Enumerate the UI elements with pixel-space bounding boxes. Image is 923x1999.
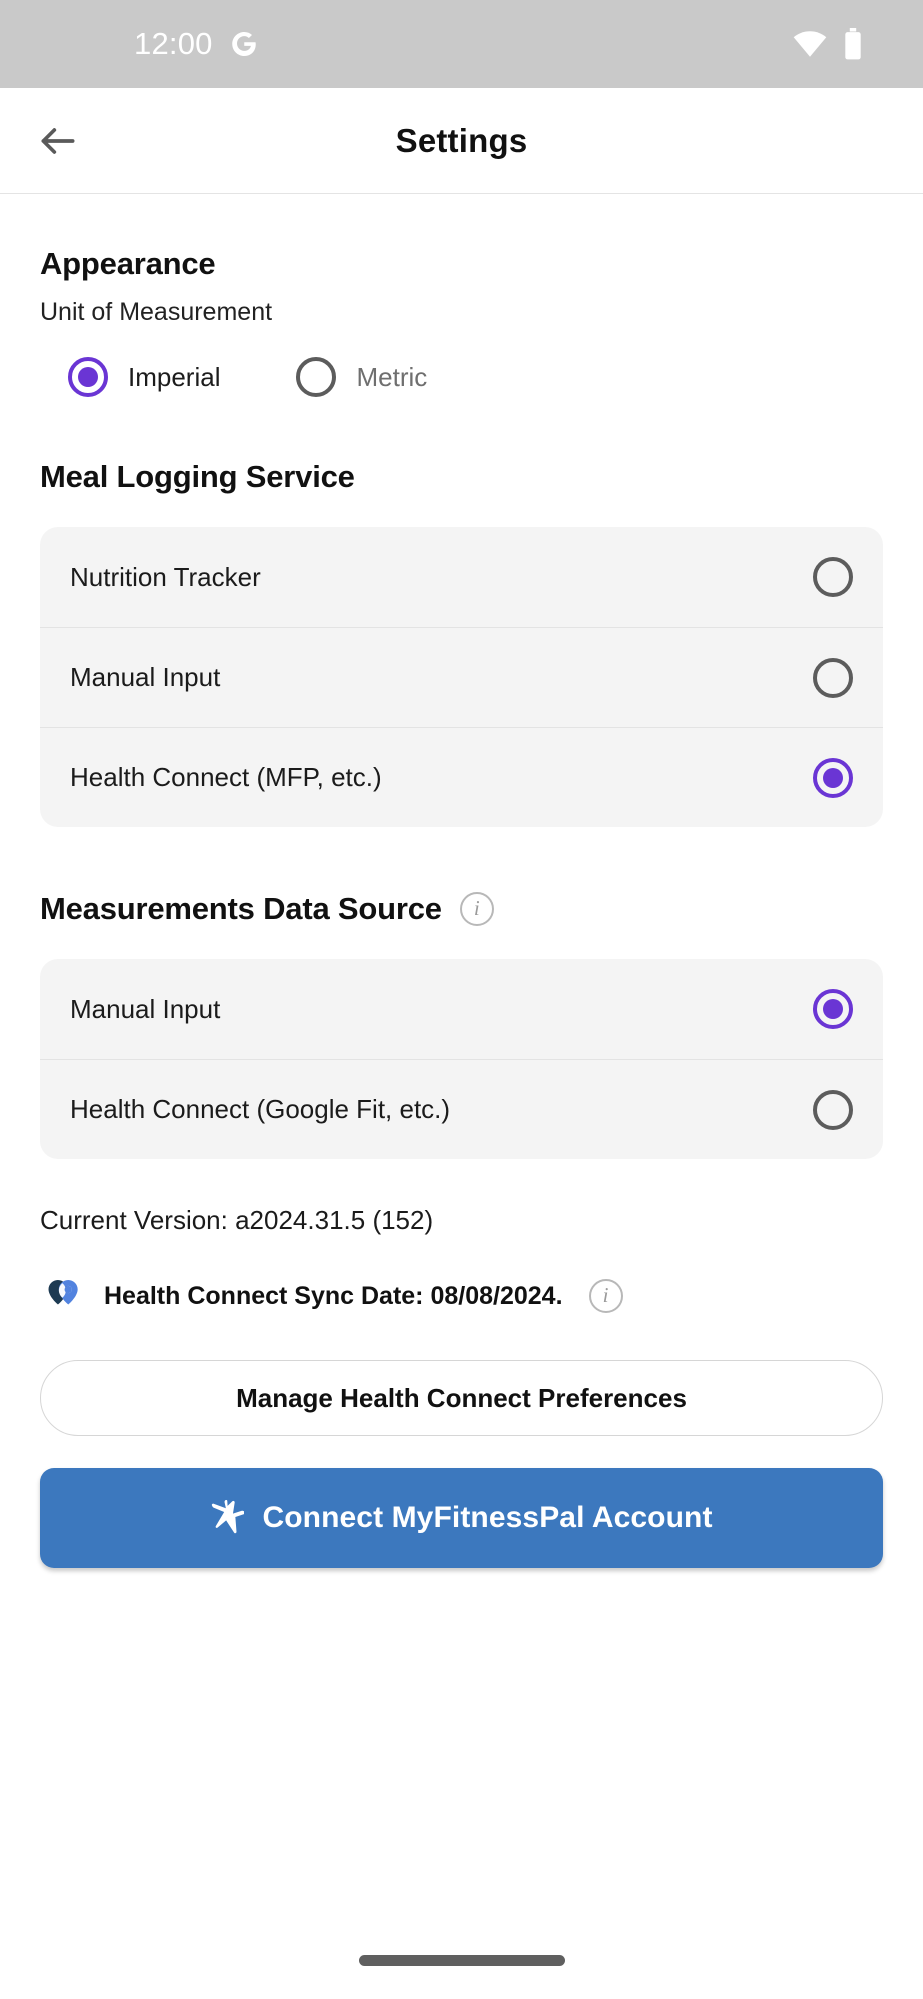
health-connect-sync-text: Health Connect Sync Date: 08/08/2024. [104, 1281, 563, 1310]
measurements-heading: Measurements Data Source [40, 891, 442, 926]
meal-logging-heading: Meal Logging Service [40, 459, 355, 494]
row-label: Health Connect (Google Fit, etc.) [70, 1094, 451, 1124]
measurements-heading-row: Measurements Data Source i [40, 891, 883, 927]
unit-of-measurement-radio-group: Imperial Metric [40, 357, 883, 397]
radio-imperial-label: Imperial [128, 361, 221, 392]
phone-screen: 12:00 Settings Appearance Unit of Measur… [0, 0, 923, 1999]
radio-measurements-manual-input[interactable] [813, 989, 853, 1029]
status-bar-right [793, 28, 883, 60]
health-connect-sync-row: Health Connect Sync Date: 08/08/2024. i [40, 1274, 883, 1318]
list-item-health-connect-mfp[interactable]: Health Connect (MFP, etc.) [40, 727, 883, 827]
battery-icon [845, 28, 861, 60]
back-button[interactable] [26, 109, 90, 173]
radio-metric-label: Metric [356, 361, 428, 392]
back-arrow-icon [41, 127, 75, 154]
current-version-text: Current Version: a2024.31.5 (152) [40, 1205, 434, 1235]
system-nav-bar [0, 1921, 923, 1999]
wifi-icon [793, 31, 827, 57]
radio-metric-indicator[interactable] [296, 357, 337, 397]
list-item-measurements-manual-input[interactable]: Manual Input [40, 959, 883, 1059]
unit-of-measurement-label: Unit of Measurement [40, 298, 273, 326]
status-bar: 12:00 [0, 0, 923, 88]
settings-content: Appearance Unit of Measurement Imperial … [0, 194, 923, 1921]
appearance-heading: Appearance [40, 246, 216, 281]
radio-health-connect-mfp[interactable] [813, 757, 853, 798]
row-label: Manual Input [70, 662, 221, 692]
sync-info-icon[interactable]: i [588, 1279, 623, 1313]
row-label: Health Connect (MFP, etc.) [70, 762, 382, 792]
manage-health-connect-preferences-button[interactable]: Manage Health Connect Preferences [40, 1360, 883, 1436]
status-bar-clock: 12:00 [134, 26, 213, 61]
list-item-nutrition-tracker[interactable]: Nutrition Tracker [40, 527, 883, 627]
radio-nutrition-tracker[interactable] [813, 557, 853, 597]
list-item-measurements-health-connect[interactable]: Health Connect (Google Fit, etc.) [40, 1059, 883, 1159]
myfitnesspal-icon [212, 1499, 245, 1534]
radio-imperial-indicator[interactable] [68, 357, 108, 397]
list-item-manual-input[interactable]: Manual Input [40, 627, 883, 727]
page-title: Settings [395, 121, 528, 159]
status-bar-left: 12:00 [0, 26, 259, 62]
home-indicator[interactable] [358, 1954, 565, 1966]
meal-logging-card: Nutrition Tracker Manual Input Health Co… [40, 527, 883, 827]
row-label: Manual Input [70, 993, 221, 1024]
health-connect-logo-icon [48, 1279, 78, 1305]
app-bar: Settings [0, 88, 923, 194]
measurements-card: Manual Input Health Connect (Google Fit,… [40, 959, 883, 1159]
connect-button-label: Connect MyFitnessPal Account [262, 1501, 713, 1534]
row-label: Nutrition Tracker [70, 561, 261, 592]
connect-myfitnesspal-account-button[interactable]: Connect MyFitnessPal Account [40, 1468, 883, 1568]
radio-measurements-health-connect[interactable] [813, 1089, 853, 1130]
measurements-info-icon[interactable]: i [459, 892, 494, 926]
google-g-icon [231, 32, 256, 56]
radio-option-imperial[interactable]: Imperial [68, 357, 220, 397]
radio-option-metric[interactable]: Metric [296, 357, 427, 397]
radio-manual-input[interactable] [813, 657, 853, 698]
